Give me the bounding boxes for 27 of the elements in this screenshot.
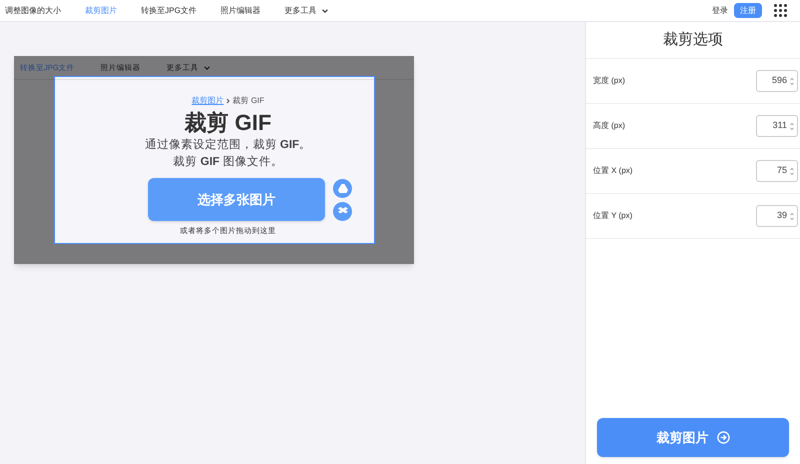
nav-link[interactable]: 照片编辑器 — [220, 4, 261, 16]
panel-title: 裁剪选项 — [586, 22, 800, 59]
field-label: 高度 (px) — [593, 120, 625, 132]
apps-grid-icon[interactable] — [774, 4, 787, 17]
spinner-arrows-icon — [790, 122, 794, 130]
page-heading: 裁剪 GIF — [184, 109, 272, 137]
subtitle-text: 通过像素设定范围，裁剪 GIF。 — [144, 137, 312, 153]
number-field[interactable]: 75 — [756, 160, 798, 182]
breadcrumb-current: 裁剪 GIF — [232, 95, 264, 107]
login-link[interactable]: 登录 — [712, 4, 728, 16]
chevron-down-icon — [320, 6, 329, 14]
chevron-right-icon — [226, 98, 231, 104]
spinner-arrows-icon — [790, 212, 794, 220]
field-label: 位置 Y (px) — [593, 210, 632, 222]
field-label: 宽度 (px) — [593, 75, 625, 87]
number-field[interactable]: 311 — [756, 115, 798, 137]
field-label: 位置 X (px) — [593, 165, 633, 177]
chevron-down-icon — [202, 64, 211, 72]
number-field[interactable]: 596 — [756, 70, 798, 92]
nav-link[interactable]: 转换至JPG文件 — [141, 4, 197, 16]
more-tools-menu[interactable]: 更多工具 — [284, 4, 329, 16]
spinner-arrows-icon — [790, 76, 794, 86]
number-field[interactable]: 39 — [756, 205, 798, 227]
subtitle-text: 裁剪 GIF 图像文件。 — [173, 154, 283, 170]
nav-link[interactable]: 调整图像的大小 — [5, 4, 61, 16]
spinner-arrows-icon — [790, 166, 794, 176]
arrow-right-circle-icon — [716, 431, 730, 444]
